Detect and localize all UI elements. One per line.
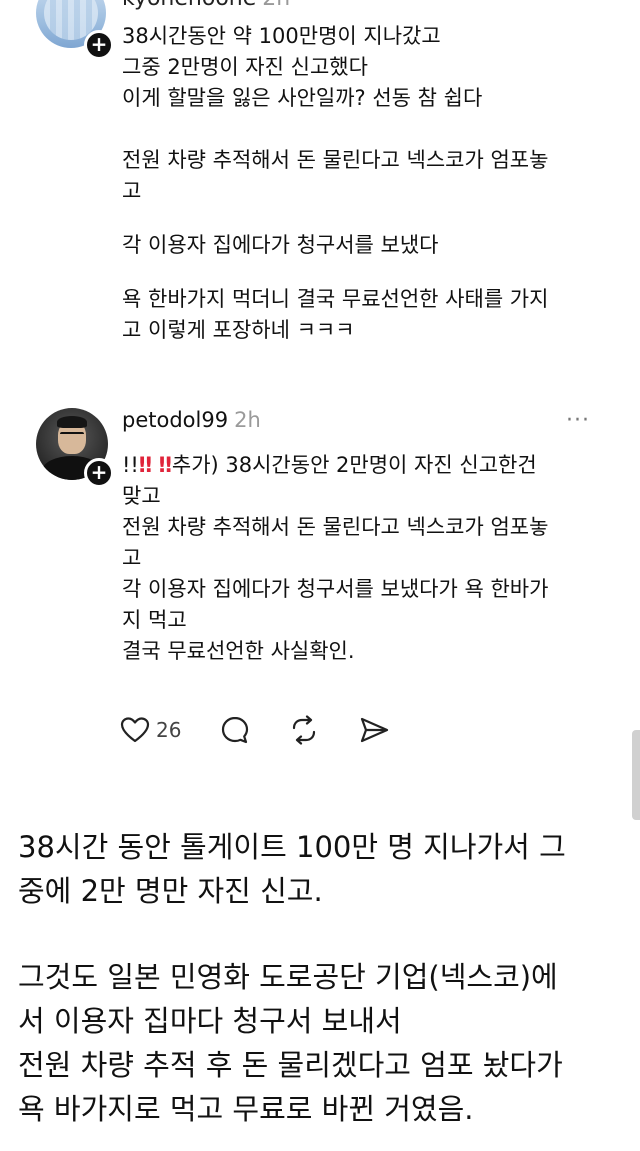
scrollbar-thumb[interactable] [632, 730, 640, 820]
username-text[interactable]: kyonenoone [122, 0, 256, 11]
timestamp: 2h [262, 0, 290, 11]
post-body: !!‼ ‼추가) 38시간동안 2만명이 자진 신고한건 맞고 전원 차량 추적… [122, 450, 602, 667]
caption-line: 전원 차량 추적 후 돈 물리겠다고 엄포 놨다가 [18, 1048, 563, 1082]
post-line: 결국 무료선언한 사실확인. [122, 639, 355, 663]
comment-button[interactable] [220, 712, 250, 748]
caption-line: 중에 2만 명만 자진 신고. [18, 874, 323, 908]
post-line-text: 추가) 38시간동안 2만명이 자진 신고한건 [171, 453, 537, 477]
caption-line: 욕 바가지로 먹고 무료로 바뀐 거였음. [18, 1092, 474, 1126]
post-line: 맞고 [122, 484, 161, 508]
more-icon[interactable]: ··· [566, 408, 590, 433]
post-line: 고 [122, 546, 142, 570]
double-exclamation-icon: ‼ [138, 453, 153, 477]
avatar-hair-shape [57, 416, 87, 428]
repost-icon [292, 715, 316, 745]
comment-icon [221, 716, 249, 744]
post-line: 전원 차량 추적해서 돈 물린다고 넥스코가 엄포놓 [122, 515, 549, 539]
send-icon [360, 717, 389, 743]
caption-line: 그것도 일본 민영화 도로공단 기업(넥스코)에 [18, 960, 558, 994]
timestamp: 2h [234, 408, 261, 432]
exclamation-text: !! [122, 453, 139, 477]
share-button[interactable] [358, 712, 390, 748]
caption-paragraph: 그것도 일본 민영화 도로공단 기업(넥스코)에 서 이용자 집마다 청구서 보… [18, 955, 624, 1131]
post-line: !!‼ ‼추가) 38시간동안 2만명이 자진 신고한건 [122, 450, 602, 481]
follow-plus-icon[interactable]: + [84, 458, 114, 488]
post-text-paragraph: 각 이용자 집에다가 청구서를 보냈다 [122, 233, 439, 257]
like-button[interactable]: 26 [120, 712, 181, 748]
caption-line: 38시간 동안 톨게이트 100만 명 지나가서 그 [18, 830, 566, 864]
double-exclamation-icon: ‼ [158, 453, 172, 477]
avatar-glasses-shape [60, 432, 84, 440]
caption-paragraph: 38시간 동안 톨게이트 100만 명 지나가서 그 중에 2만 명만 자진 신… [18, 825, 624, 913]
post-text-paragraph: 욕 한바가지 먹더니 결국 무료선언한 사태를 가지 고 이렇게 포장하네 ㅋㅋ… [122, 287, 549, 342]
post-text-paragraph: 38시간동안 약 100만명이 지나갔고 그중 2만명이 자진 신고했다 이게 … [122, 24, 483, 110]
post-text-paragraph: 전원 차량 추적해서 돈 물린다고 넥스코가 엄포놓 고 [122, 148, 549, 203]
username[interactable]: kyonenoone 2h [122, 0, 290, 11]
post-line: 각 이용자 집에다가 청구서를 보냈다가 욕 한바가 [122, 577, 549, 601]
repost-button[interactable] [288, 712, 320, 748]
post-action-bar: 26 [120, 712, 420, 748]
like-count: 26 [156, 718, 182, 742]
post-line: 지 먹고 [122, 608, 187, 632]
username[interactable]: petodol99 [122, 408, 228, 432]
heart-icon [120, 717, 150, 743]
caption-line: 서 이용자 집마다 청구서 보내서 [18, 1004, 402, 1038]
follow-plus-icon[interactable]: + [84, 30, 114, 60]
post-header: petodol99 2h ··· [122, 408, 602, 438]
